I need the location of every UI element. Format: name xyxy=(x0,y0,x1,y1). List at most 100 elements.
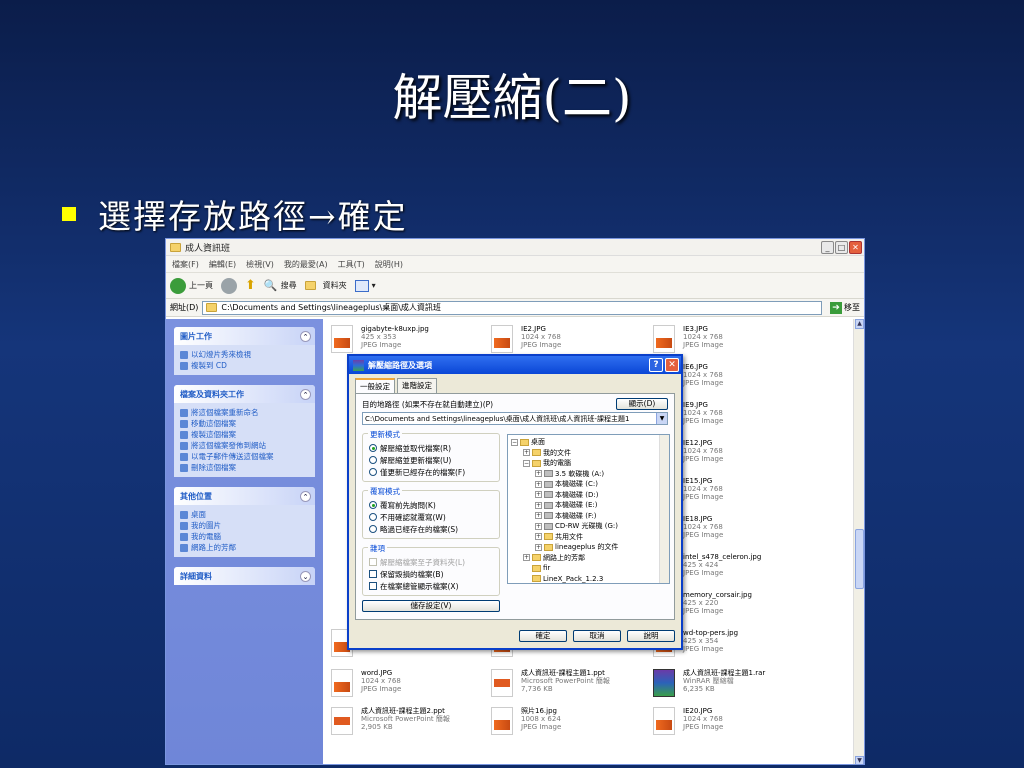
expand-node-icon[interactable]: + xyxy=(523,449,530,457)
file-name: IE12.JPG xyxy=(683,439,713,447)
scroll-up-icon[interactable]: ▲ xyxy=(855,319,864,329)
picture-tasks-header[interactable]: 圖片工作 ⌃ xyxy=(174,327,315,345)
dialog-help-button[interactable]: ? xyxy=(649,358,663,372)
radio-skip-existing[interactable]: 略過已經存在的檔案(S) xyxy=(369,523,495,535)
task-link[interactable]: 將這個檔案重新命名 xyxy=(180,407,309,418)
expand-node-icon[interactable]: + xyxy=(535,512,542,520)
task-link[interactable]: 我的電腦 xyxy=(180,531,309,542)
radio-extract-replace[interactable]: 解壓縮並取代檔案(R) xyxy=(369,442,495,454)
ok-button[interactable]: 確定 xyxy=(519,630,567,642)
folders-button[interactable]: 資料夾 xyxy=(304,280,347,291)
tree-node[interactable]: + 共用文件 xyxy=(511,532,666,543)
tree-node[interactable]: + 我的文件 xyxy=(511,448,666,459)
tree-node[interactable]: + 網路上的芳鄰 xyxy=(511,553,666,564)
tree-node[interactable]: − 我的電腦 xyxy=(511,458,666,469)
other-places-header[interactable]: 其他位置 ⌃ xyxy=(174,487,315,505)
file-item[interactable]: 成人資訊班-課程主題2.ppt Microsoft PowerPoint 簡報 2,… xyxy=(331,707,491,741)
chevron-down-icon[interactable]: ▼ xyxy=(656,413,667,424)
checkbox-show-in-explorer[interactable]: 在檔案總管顯示檔案(X) xyxy=(369,580,495,592)
file-name: 成人資訊班-課程主題1.ppt xyxy=(521,669,605,677)
task-link[interactable]: 複製這個檔案 xyxy=(180,429,309,440)
radio-extract-update[interactable]: 解壓縮並更新檔案(U) xyxy=(369,454,495,466)
file-item[interactable]: IE20.JPG 1024 x 768 JPEG Image xyxy=(653,707,813,741)
views-button[interactable]: ▾ xyxy=(354,279,376,292)
dialog-close-button[interactable]: ✕ xyxy=(665,358,679,372)
task-link[interactable]: 以幻燈片秀來檢視 xyxy=(180,349,309,360)
task-link[interactable]: 以電子郵件傳送這個檔案 xyxy=(180,451,309,462)
tree-scrollbar[interactable] xyxy=(659,435,669,583)
radio-overwrite-without[interactable]: 不用確認就覆寫(W) xyxy=(369,511,495,523)
tree-node[interactable]: + lineageplus 的文件 xyxy=(511,542,666,553)
vertical-scrollbar[interactable]: ▲ ▼ xyxy=(853,319,864,764)
go-button[interactable]: ➔ 移至 xyxy=(826,301,864,314)
folder-tree[interactable]: − 桌面 + 我的文件 − 我的電腦 +3.5 軟碟機 (A:) + 本機磁碟 (C:) + 本機磁… xyxy=(507,434,670,584)
expand-node-icon[interactable]: + xyxy=(535,522,542,530)
folder-icon xyxy=(544,533,553,541)
task-link[interactable]: 網路上的芳鄰 xyxy=(180,542,309,553)
search-button[interactable]: 🔍 搜尋 xyxy=(264,279,297,292)
cancel-button[interactable]: 取消 xyxy=(573,630,621,642)
show-button[interactable]: 顯示(D) xyxy=(616,398,668,410)
expand-icon[interactable]: ⌄ xyxy=(300,570,311,582)
tab-advanced[interactable]: 進階設定 xyxy=(397,378,437,393)
powerpoint-file-icon xyxy=(491,669,513,697)
radio-fresh-existing[interactable]: 僅更新已經存在的檔案(F) xyxy=(369,466,495,478)
up-folder-button[interactable]: ⬆ xyxy=(245,278,256,293)
collapse-node-icon[interactable]: − xyxy=(523,459,530,467)
tree-node[interactable]: − 桌面 xyxy=(511,437,666,448)
expand-node-icon[interactable]: + xyxy=(535,533,542,541)
scroll-thumb[interactable] xyxy=(855,529,864,589)
collapse-icon[interactable]: ⌃ xyxy=(300,490,311,502)
dest-path-input[interactable]: C:\Documents and Settings\lineageplus\桌面… xyxy=(362,412,668,425)
tab-general[interactable]: 一般設定 xyxy=(355,378,395,393)
tree-node[interactable]: + CD-RW 光碟機 (G:) xyxy=(511,521,666,532)
collapse-node-icon[interactable]: − xyxy=(511,438,518,446)
tree-node[interactable]: LineX_Pack_1.2.3 xyxy=(511,574,666,584)
file-item[interactable]: 成人資訊班-課程主題1.rar WinRAR 壓縮檔 6,235 KB xyxy=(653,669,813,703)
file-item[interactable]: 成人資訊班-課程主題1.ppt Microsoft PowerPoint 簡報 7,… xyxy=(491,669,651,703)
task-link[interactable]: 複製到 CD xyxy=(180,360,309,371)
task-link[interactable]: 我的圖片 xyxy=(180,520,309,531)
checkbox-keep-broken[interactable]: 保留毀損的檔案(B) xyxy=(369,568,495,580)
expand-node-icon[interactable]: + xyxy=(535,470,542,478)
forward-button[interactable] xyxy=(221,277,237,294)
tree-node[interactable]: + 本機磁碟 (C:) xyxy=(511,479,666,490)
scroll-down-icon[interactable]: ▼ xyxy=(855,756,864,764)
tree-node[interactable]: + 本機磁碟 (E:) xyxy=(511,500,666,511)
bullet-point: 選擇存放路徑→確定 xyxy=(62,190,408,238)
expand-node-icon[interactable]: + xyxy=(523,554,530,562)
collapse-icon[interactable]: ⌃ xyxy=(300,330,311,342)
expand-node-icon[interactable]: + xyxy=(535,480,542,488)
maximize-button[interactable]: □ xyxy=(835,240,848,254)
minimize-button[interactable]: _ xyxy=(821,240,834,254)
tree-node[interactable]: fir xyxy=(511,563,666,574)
back-button[interactable]: 上一頁 xyxy=(170,277,213,294)
radio-ask-before[interactable]: 覆寫前先詢問(K) xyxy=(369,499,495,511)
file-item[interactable]: 照片16.jpg 1008 x 624 JPEG Image xyxy=(491,707,651,741)
task-link[interactable]: 刪除這個檔案 xyxy=(180,462,309,473)
menu-item[interactable]: 檢視(V) xyxy=(246,259,274,270)
collapse-icon[interactable]: ⌃ xyxy=(300,388,311,400)
menu-item[interactable]: 檔案(F) xyxy=(172,259,199,270)
task-link[interactable]: 移動這個檔案 xyxy=(180,418,309,429)
menu-item[interactable]: 工具(T) xyxy=(338,259,365,270)
menu-item[interactable]: 我的最愛(A) xyxy=(284,259,328,270)
expand-node-icon[interactable]: + xyxy=(535,501,542,509)
file-tasks-header[interactable]: 檔案及資料夾工作 ⌃ xyxy=(174,385,315,403)
task-link[interactable]: 桌面 xyxy=(180,509,309,520)
tree-node[interactable]: + 本機磁碟 (F:) xyxy=(511,511,666,522)
file-item[interactable]: word.JPG 1024 x 768 JPEG Image xyxy=(331,669,491,703)
address-input[interactable]: C:\Documents and Settings\lineageplus\桌面… xyxy=(202,300,822,315)
menu-item[interactable]: 編輯(E) xyxy=(209,259,236,270)
help-button[interactable]: 說明 xyxy=(627,630,675,642)
tree-node[interactable]: + 本機磁碟 (D:) xyxy=(511,490,666,501)
task-link[interactable]: 將這個檔案發佈到網站 xyxy=(180,440,309,451)
file-type: JPEG Image xyxy=(683,531,724,539)
menu-item[interactable]: 說明(H) xyxy=(375,259,403,270)
close-button[interactable]: ✕ xyxy=(849,240,862,254)
tree-node[interactable]: +3.5 軟碟機 (A:) xyxy=(511,469,666,480)
details-header[interactable]: 詳細資料 ⌄ xyxy=(174,567,315,585)
expand-node-icon[interactable]: + xyxy=(535,543,542,551)
expand-node-icon[interactable]: + xyxy=(535,491,542,499)
save-settings-button[interactable]: 儲存設定(V) xyxy=(362,600,500,612)
